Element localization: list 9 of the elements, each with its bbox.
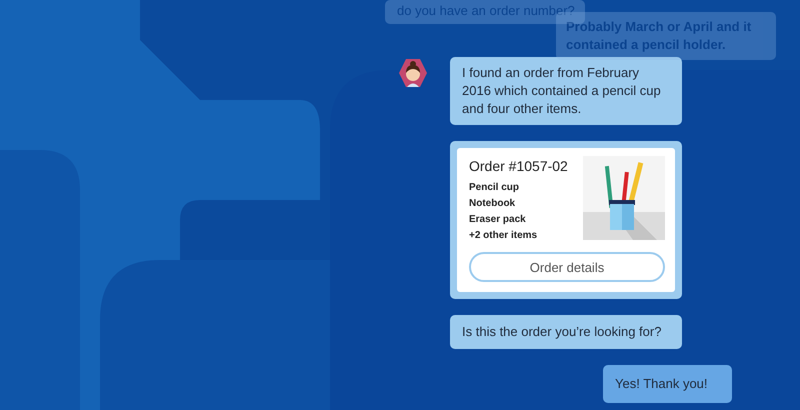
message-bubble: Is this the order you’re looking for? bbox=[450, 315, 682, 349]
order-item: +2 other items bbox=[469, 229, 538, 243]
order-item: Eraser pack bbox=[469, 213, 527, 227]
message-bubble: Yes! Thank you! bbox=[603, 365, 732, 403]
order-details-button[interactable]: Order details bbox=[469, 252, 665, 282]
message-bubble: I found an order from February 2016 which contained a pencil cup and four other items. bbox=[450, 57, 682, 125]
order-title: Order #1057-02 bbox=[469, 158, 568, 174]
order-item: Notebook bbox=[469, 197, 516, 211]
order-item: Pencil cup bbox=[469, 181, 520, 195]
